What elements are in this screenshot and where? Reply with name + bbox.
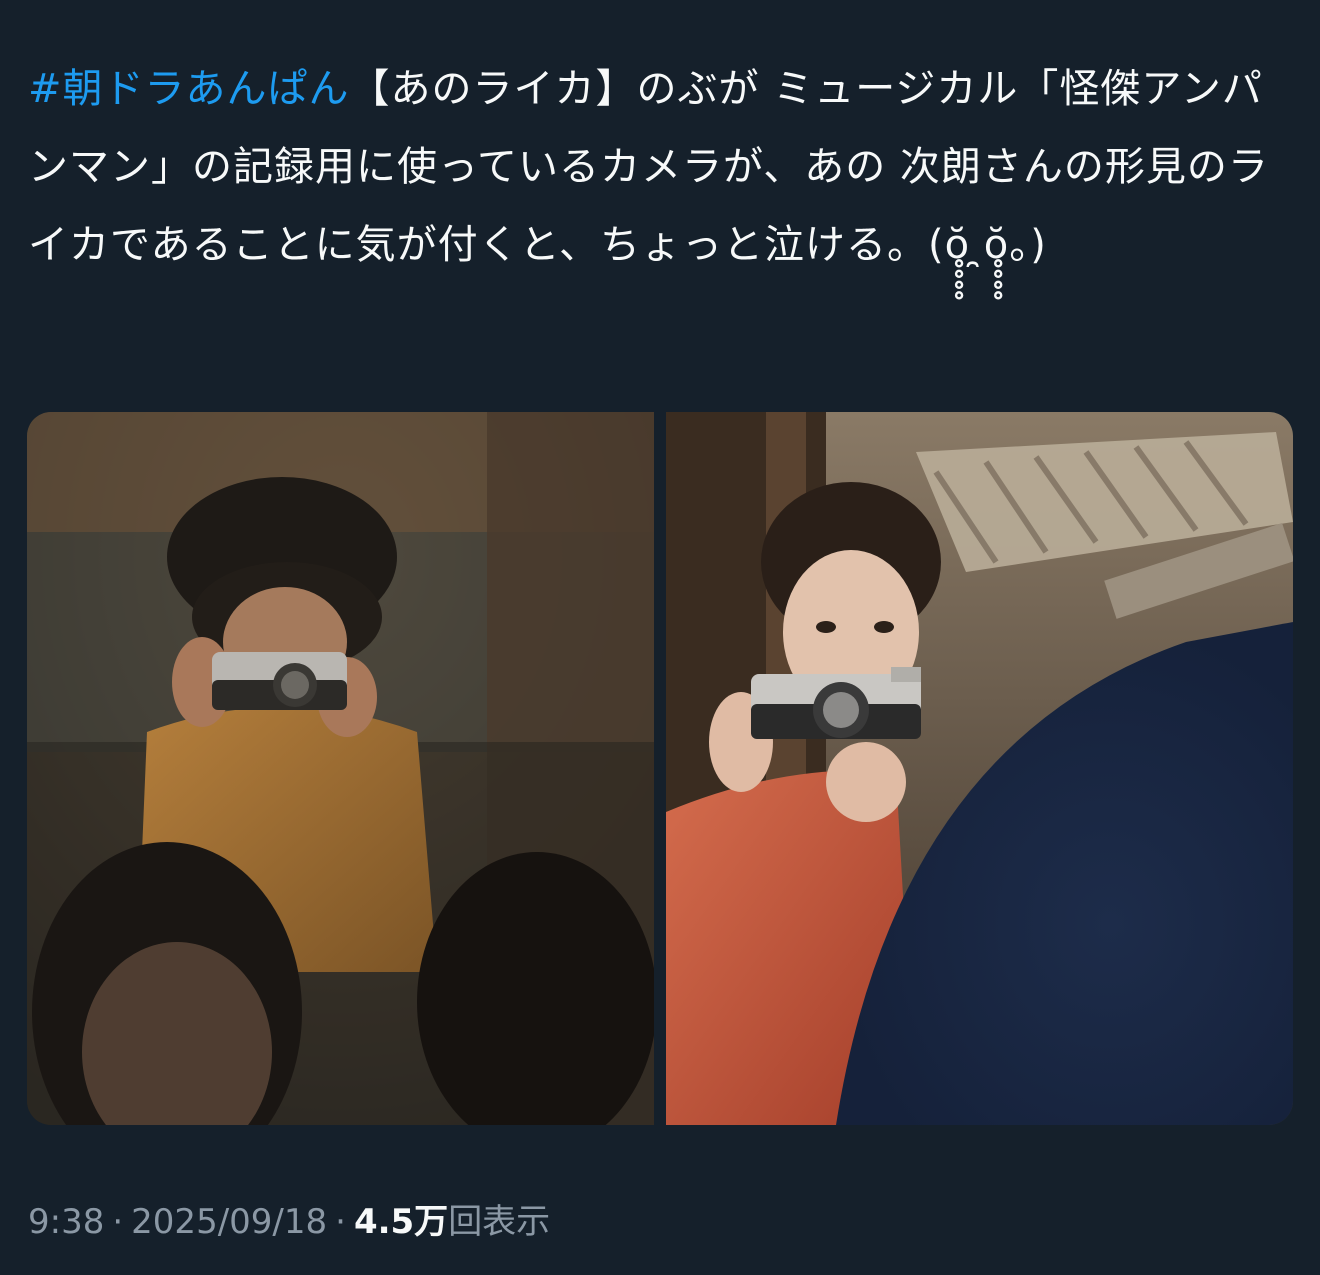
views-label: 回表示 [448,1202,551,1242]
separator: · [335,1202,346,1242]
tweet-meta: 9:38 · 2025/09/18 · 4.5万回表示 [28,1198,550,1246]
tweet-text: #朝ドラあんぱん【あのライカ】のぶが ミュージカル「怪傑アンパンマン」の記録用に… [28,50,1290,284]
photo-right-image [666,412,1293,1125]
hashtag-link[interactable]: #朝ドラあんぱん [28,66,350,112]
tweet-date[interactable]: 2025/09/18 [131,1202,327,1242]
tweet-time[interactable]: 9:38 [28,1202,104,1242]
separator: · [112,1202,124,1242]
photo-right[interactable] [666,412,1293,1125]
photo-left-image [27,412,654,1125]
views-count: 4.5万 [353,1202,449,1242]
photo-left[interactable] [27,412,654,1125]
media-grid [27,412,1293,1125]
